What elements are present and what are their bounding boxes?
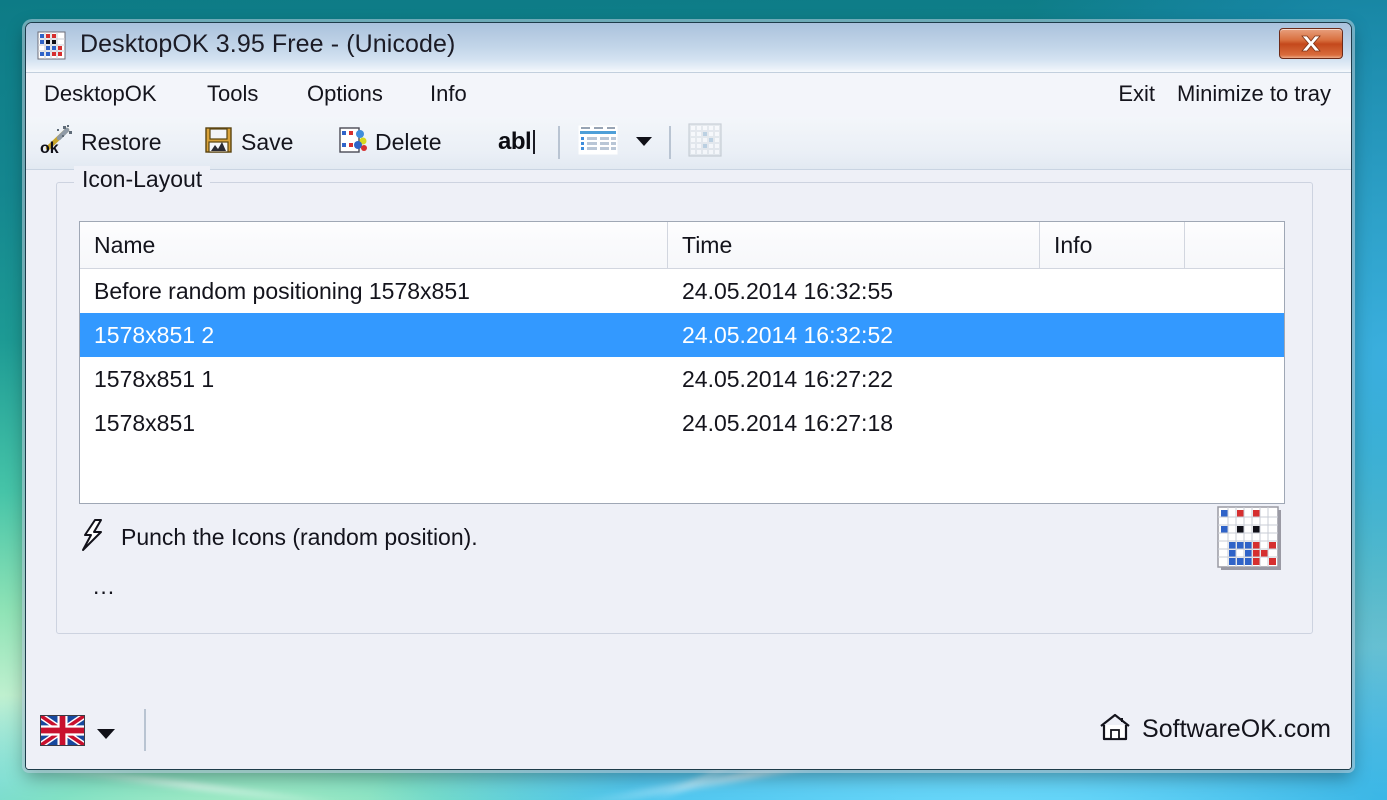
table-row[interactable]: 1578x851 24.05.2014 16:27:18 (80, 401, 1284, 445)
wand-ok-icon: ok (40, 124, 74, 161)
column-header-spacer[interactable] (1185, 222, 1284, 268)
punch-icons-label: Punch the Icons (random position). (121, 524, 478, 550)
delete-label: Delete (375, 128, 442, 155)
table-row[interactable]: 1578x851 1 24.05.2014 16:27:22 (80, 357, 1284, 401)
row-name: 1578x851 1 (94, 365, 215, 392)
icon-grid-icon (686, 121, 724, 164)
floppy-disk-icon (204, 125, 234, 160)
list-view-icon (577, 123, 619, 162)
column-header-time[interactable]: Time (668, 222, 1040, 268)
icon-layout-list[interactable]: Name Time Info Before random positioning… (79, 221, 1285, 504)
status-separator (144, 709, 146, 751)
menu-item-minimize-to-tray[interactable]: Minimize to tray (1177, 81, 1331, 107)
toolbar-separator (669, 126, 671, 159)
status-dots: ... (93, 573, 116, 599)
listview-style-button[interactable] (577, 120, 619, 164)
table-row[interactable]: Before random positioning 1578x851 24.05… (80, 269, 1284, 313)
menu-item-exit[interactable]: Exit (1118, 81, 1155, 107)
rename-button[interactable]: abl (498, 120, 536, 164)
save-label: Save (241, 128, 294, 155)
row-time: 24.05.2014 16:27:22 (682, 365, 894, 392)
row-time: 24.05.2014 16:32:55 (682, 277, 894, 304)
window-body: Icon-Layout Name Time Info Before random… (26, 166, 1351, 769)
groupbox-label: Icon-Layout (74, 166, 211, 193)
chevron-down-icon[interactable] (94, 726, 118, 746)
softwareok-link[interactable]: SoftwareOK.com (1098, 711, 1331, 748)
row-time: 24.05.2014 16:32:52 (682, 321, 894, 348)
menu-item-info[interactable]: Info (430, 81, 467, 107)
desktopok-pixel-grid-icon (37, 31, 67, 61)
delete-button[interactable]: Delete (338, 120, 441, 164)
softwareok-label: SoftwareOK.com (1142, 715, 1331, 743)
table-row[interactable]: 1578x851 2 24.05.2014 16:32:52 (80, 313, 1284, 357)
desktopok-window: DesktopOK 3.95 Free - (Unicode) DesktopO… (25, 22, 1352, 770)
status-bar: SoftwareOK.com (26, 696, 1351, 769)
menu-bar: DesktopOK Tools Options Info Exit Minimi… (26, 73, 1351, 117)
menu-item-options[interactable]: Options (307, 81, 383, 107)
restore-button[interactable]: ok Restore (40, 120, 162, 164)
window-title: DesktopOK 3.95 Free - (Unicode) (80, 30, 456, 58)
row-name: Before random positioning 1578x851 (94, 277, 470, 304)
svg-text:ok: ok (40, 140, 59, 156)
save-button[interactable]: Save (204, 120, 293, 164)
delete-layout-icon (338, 125, 368, 160)
row-name: 1578x851 2 (94, 321, 215, 348)
uk-flag-icon[interactable] (40, 715, 85, 746)
column-header-info[interactable]: Info (1040, 222, 1185, 268)
toolbar: ok Restore Save Delete abl (26, 117, 1351, 170)
rename-label: abl (498, 128, 532, 155)
row-time: 24.05.2014 16:27:18 (682, 409, 894, 436)
close-button[interactable] (1279, 28, 1343, 59)
row-name: 1578x851 (94, 409, 196, 436)
column-header-name[interactable]: Name (80, 222, 668, 268)
restore-label: Restore (81, 128, 162, 155)
menu-item-desktopok[interactable]: DesktopOK (44, 81, 157, 107)
icon-grid-button[interactable] (686, 120, 724, 164)
title-bar: DesktopOK 3.95 Free - (Unicode) (26, 23, 1351, 73)
text-cursor-icon (533, 130, 536, 154)
close-icon (1301, 35, 1321, 52)
home-icon (1098, 711, 1132, 748)
chevron-down-icon[interactable] (633, 134, 655, 153)
menu-item-tools[interactable]: Tools (207, 81, 258, 107)
icon-layout-groupbox: Icon-Layout Name Time Info Before random… (56, 166, 1313, 634)
list-header-row: Name Time Info (80, 222, 1284, 269)
desktop-background: DesktopOK 3.95 Free - (Unicode) DesktopO… (0, 0, 1387, 800)
punch-icons-action[interactable]: Punch the Icons (random position). (79, 518, 478, 557)
desktopok-pixel-grid-icon (1214, 503, 1286, 575)
lightning-bolt-icon (79, 518, 107, 557)
toolbar-separator (558, 126, 560, 159)
